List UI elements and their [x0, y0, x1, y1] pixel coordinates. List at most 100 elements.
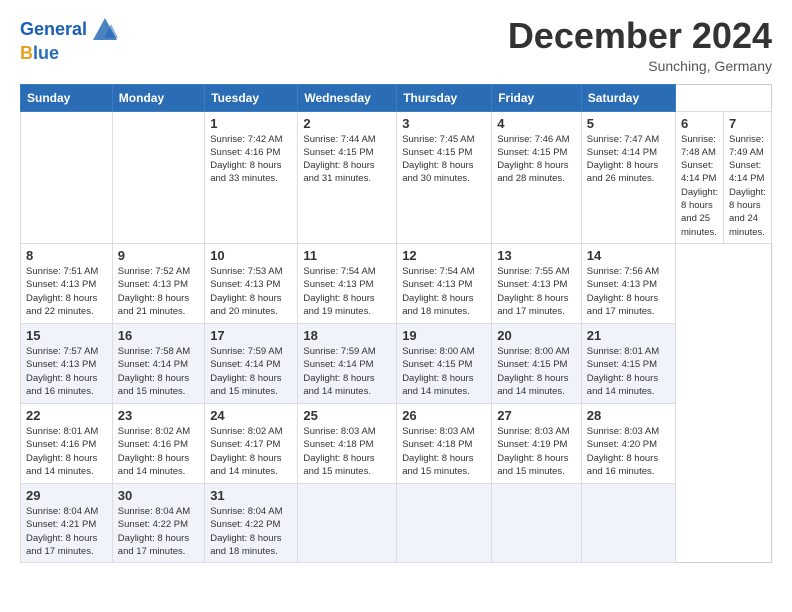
day-number: 14	[587, 248, 670, 263]
day-cell-27: 27 Sunrise: 8:03 AMSunset: 4:19 PMDaylig…	[492, 403, 582, 483]
day-header-sunday: Sunday	[21, 84, 113, 111]
day-number: 28	[587, 408, 670, 423]
day-number: 16	[118, 328, 199, 343]
day-cell-19: 19 Sunrise: 8:00 AMSunset: 4:15 PMDaylig…	[397, 323, 492, 403]
calendar-week-2: 8 Sunrise: 7:51 AMSunset: 4:13 PMDayligh…	[21, 243, 772, 323]
day-header-monday: Monday	[112, 84, 204, 111]
day-number: 27	[497, 408, 576, 423]
day-cell-12: 12 Sunrise: 7:54 AMSunset: 4:13 PMDaylig…	[397, 243, 492, 323]
day-number: 29	[26, 488, 107, 503]
day-cell-23: 23 Sunrise: 8:02 AMSunset: 4:16 PMDaylig…	[112, 403, 204, 483]
day-header-wednesday: Wednesday	[298, 84, 397, 111]
day-number: 18	[303, 328, 391, 343]
day-cell-14: 14 Sunrise: 7:56 AMSunset: 4:13 PMDaylig…	[581, 243, 675, 323]
day-info: Sunrise: 7:46 AMSunset: 4:15 PMDaylight:…	[497, 134, 569, 185]
calendar-week-5: 29 Sunrise: 8:04 AMSunset: 4:21 PMDaylig…	[21, 483, 772, 562]
day-info: Sunrise: 7:52 AMSunset: 4:13 PMDaylight:…	[118, 266, 190, 317]
day-cell-29: 29 Sunrise: 8:04 AMSunset: 4:21 PMDaylig…	[21, 483, 113, 562]
day-info: Sunrise: 7:51 AMSunset: 4:13 PMDaylight:…	[26, 266, 98, 317]
day-number: 7	[729, 116, 766, 131]
day-info: Sunrise: 8:02 AMSunset: 4:17 PMDaylight:…	[210, 426, 282, 477]
day-cell-5: 5 Sunrise: 7:47 AMSunset: 4:14 PMDayligh…	[581, 111, 675, 243]
logo-icon	[91, 16, 119, 44]
day-info: Sunrise: 7:59 AMSunset: 4:14 PMDaylight:…	[303, 346, 375, 397]
day-number: 13	[497, 248, 576, 263]
day-info: Sunrise: 7:42 AMSunset: 4:16 PMDaylight:…	[210, 134, 282, 185]
day-number: 3	[402, 116, 486, 131]
day-info: Sunrise: 7:56 AMSunset: 4:13 PMDaylight:…	[587, 266, 659, 317]
day-info: Sunrise: 7:48 AMSunset: 4:14 PMDaylight:…	[681, 134, 718, 238]
day-number: 2	[303, 116, 391, 131]
day-number: 22	[26, 408, 107, 423]
day-number: 20	[497, 328, 576, 343]
day-cell-30: 30 Sunrise: 8:04 AMSunset: 4:22 PMDaylig…	[112, 483, 204, 562]
empty-cell	[492, 483, 582, 562]
empty-cell	[112, 111, 204, 243]
day-info: Sunrise: 7:45 AMSunset: 4:15 PMDaylight:…	[402, 134, 474, 185]
day-cell-9: 9 Sunrise: 7:52 AMSunset: 4:13 PMDayligh…	[112, 243, 204, 323]
day-number: 9	[118, 248, 199, 263]
day-cell-2: 2 Sunrise: 7:44 AMSunset: 4:15 PMDayligh…	[298, 111, 397, 243]
calendar-week-3: 15 Sunrise: 7:57 AMSunset: 4:13 PMDaylig…	[21, 323, 772, 403]
day-info: Sunrise: 7:54 AMSunset: 4:13 PMDaylight:…	[303, 266, 375, 317]
day-cell-17: 17 Sunrise: 7:59 AMSunset: 4:14 PMDaylig…	[205, 323, 298, 403]
day-info: Sunrise: 8:01 AMSunset: 4:16 PMDaylight:…	[26, 426, 98, 477]
day-number: 11	[303, 248, 391, 263]
day-cell-21: 21 Sunrise: 8:01 AMSunset: 4:15 PMDaylig…	[581, 323, 675, 403]
calendar-header-row: SundayMondayTuesdayWednesdayThursdayFrid…	[21, 84, 772, 111]
header: General Blue December 2024 Sunching, Ger…	[20, 16, 772, 74]
month-title: December 2024	[508, 16, 772, 56]
day-cell-16: 16 Sunrise: 7:58 AMSunset: 4:14 PMDaylig…	[112, 323, 204, 403]
day-info: Sunrise: 8:04 AMSunset: 4:22 PMDaylight:…	[210, 506, 282, 557]
day-info: Sunrise: 7:57 AMSunset: 4:13 PMDaylight:…	[26, 346, 98, 397]
calendar-week-1: 1 Sunrise: 7:42 AMSunset: 4:16 PMDayligh…	[21, 111, 772, 243]
day-number: 8	[26, 248, 107, 263]
day-info: Sunrise: 8:02 AMSunset: 4:16 PMDaylight:…	[118, 426, 190, 477]
day-cell-18: 18 Sunrise: 7:59 AMSunset: 4:14 PMDaylig…	[298, 323, 397, 403]
day-info: Sunrise: 7:59 AMSunset: 4:14 PMDaylight:…	[210, 346, 282, 397]
day-info: Sunrise: 8:00 AMSunset: 4:15 PMDaylight:…	[497, 346, 569, 397]
calendar-week-4: 22 Sunrise: 8:01 AMSunset: 4:16 PMDaylig…	[21, 403, 772, 483]
day-number: 26	[402, 408, 486, 423]
day-cell-13: 13 Sunrise: 7:55 AMSunset: 4:13 PMDaylig…	[492, 243, 582, 323]
day-cell-28: 28 Sunrise: 8:03 AMSunset: 4:20 PMDaylig…	[581, 403, 675, 483]
day-cell-4: 4 Sunrise: 7:46 AMSunset: 4:15 PMDayligh…	[492, 111, 582, 243]
day-number: 31	[210, 488, 292, 503]
empty-cell	[298, 483, 397, 562]
day-info: Sunrise: 7:55 AMSunset: 4:13 PMDaylight:…	[497, 266, 569, 317]
day-info: Sunrise: 7:47 AMSunset: 4:14 PMDaylight:…	[587, 134, 659, 185]
logo: General Blue	[20, 16, 119, 64]
day-info: Sunrise: 8:03 AMSunset: 4:20 PMDaylight:…	[587, 426, 659, 477]
day-cell-25: 25 Sunrise: 8:03 AMSunset: 4:18 PMDaylig…	[298, 403, 397, 483]
day-info: Sunrise: 8:01 AMSunset: 4:15 PMDaylight:…	[587, 346, 659, 397]
empty-cell	[397, 483, 492, 562]
day-info: Sunrise: 8:04 AMSunset: 4:22 PMDaylight:…	[118, 506, 190, 557]
day-info: Sunrise: 7:53 AMSunset: 4:13 PMDaylight:…	[210, 266, 282, 317]
logo-text: General	[20, 20, 87, 40]
day-cell-24: 24 Sunrise: 8:02 AMSunset: 4:17 PMDaylig…	[205, 403, 298, 483]
day-cell-31: 31 Sunrise: 8:04 AMSunset: 4:22 PMDaylig…	[205, 483, 298, 562]
day-number: 23	[118, 408, 199, 423]
day-cell-20: 20 Sunrise: 8:00 AMSunset: 4:15 PMDaylig…	[492, 323, 582, 403]
title-block: December 2024 Sunching, Germany	[508, 16, 772, 74]
day-header-thursday: Thursday	[397, 84, 492, 111]
day-header-tuesday: Tuesday	[205, 84, 298, 111]
day-number: 12	[402, 248, 486, 263]
day-info: Sunrise: 8:03 AMSunset: 4:19 PMDaylight:…	[497, 426, 569, 477]
empty-cell	[21, 111, 113, 243]
day-number: 30	[118, 488, 199, 503]
empty-cell	[581, 483, 675, 562]
day-cell-10: 10 Sunrise: 7:53 AMSunset: 4:13 PMDaylig…	[205, 243, 298, 323]
logo-subtext: Blue	[20, 43, 59, 63]
location: Sunching, Germany	[508, 58, 772, 74]
day-header-friday: Friday	[492, 84, 582, 111]
day-number: 24	[210, 408, 292, 423]
day-cell-7: 7 Sunrise: 7:49 AMSunset: 4:14 PMDayligh…	[723, 111, 771, 243]
day-number: 19	[402, 328, 486, 343]
day-number: 4	[497, 116, 576, 131]
day-info: Sunrise: 7:44 AMSunset: 4:15 PMDaylight:…	[303, 134, 375, 185]
day-number: 10	[210, 248, 292, 263]
calendar-page: General Blue December 2024 Sunching, Ger…	[0, 0, 792, 612]
day-cell-15: 15 Sunrise: 7:57 AMSunset: 4:13 PMDaylig…	[21, 323, 113, 403]
day-number: 5	[587, 116, 670, 131]
